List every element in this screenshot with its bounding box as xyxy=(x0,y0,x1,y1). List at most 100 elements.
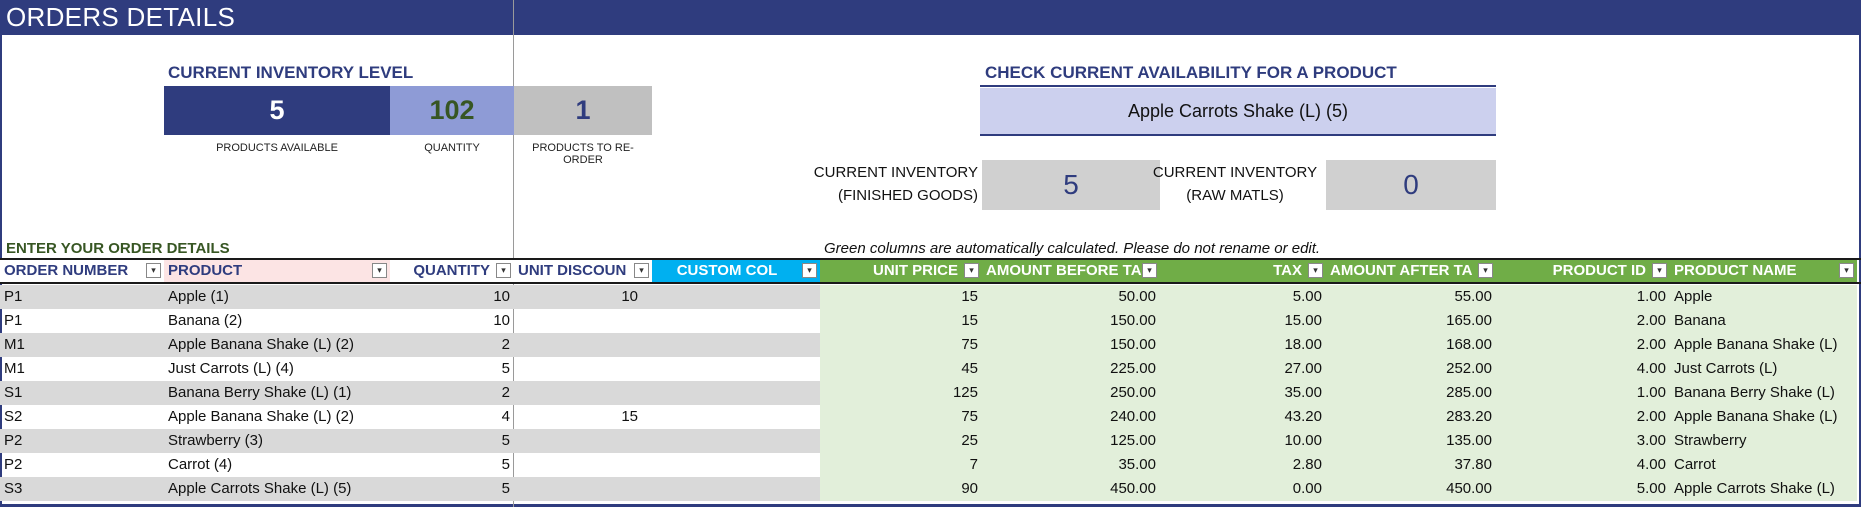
filter-dropdown-icon[interactable]: ▾ xyxy=(634,263,649,278)
column-header-custom-col[interactable]: CUSTOM COL ▾ xyxy=(652,260,820,282)
cell-order-number[interactable]: S3 xyxy=(0,477,164,501)
cell-unit-discount[interactable] xyxy=(514,333,642,357)
column-header-product-name[interactable]: PRODUCT NAME ▾ xyxy=(1670,260,1857,282)
table-row[interactable]: M1 Apple Banana Shake (L) (2) 2 75 150.00 18.… xyxy=(0,333,1861,357)
cell-custom-col[interactable] xyxy=(652,405,820,429)
filter-dropdown-icon[interactable]: ▾ xyxy=(1308,263,1323,278)
cell-quantity[interactable]: 4 xyxy=(390,405,514,429)
cell-custom-col[interactable] xyxy=(652,285,820,309)
filter-dropdown-icon[interactable]: ▾ xyxy=(802,263,817,278)
cell-unit-discount[interactable] xyxy=(514,309,642,333)
cell-quantity[interactable]: 2 xyxy=(390,333,514,357)
cell-quantity[interactable]: 5 xyxy=(390,357,514,381)
column-header-product-id[interactable]: PRODUCT ID ▾ xyxy=(1496,260,1670,282)
table-row[interactable]: S1 Banana Berry Shake (L) (1) 2 125 250.00 35… xyxy=(0,381,1861,405)
raw-materials-value: 0 xyxy=(1326,160,1496,210)
finished-goods-label-line1: CURRENT INVENTORY xyxy=(813,164,978,181)
cell-amount-after-tax: 37.80 xyxy=(1454,456,1492,473)
cell-product[interactable]: Banana Berry Shake (L) (1) xyxy=(164,381,390,405)
availability-bottom-rule xyxy=(980,134,1496,136)
cell-quantity[interactable]: 10 xyxy=(390,309,514,333)
sheet-title: ORDERS DETAILS xyxy=(6,2,236,32)
cell-order-number[interactable]: M1 xyxy=(0,333,164,357)
table-row[interactable]: P1 Banana (2) 10 15 150.00 15.00 165.00 2.00 Ban… xyxy=(0,309,1861,333)
cell-order-number[interactable]: P2 xyxy=(0,453,164,477)
cell-order-number[interactable]: M1 xyxy=(0,357,164,381)
cell-amount-before-tax: 240.00 xyxy=(1110,408,1156,425)
cell-unit-discount[interactable] xyxy=(514,357,642,381)
cell-custom-col[interactable] xyxy=(652,357,820,381)
filter-dropdown-icon[interactable]: ▾ xyxy=(1142,263,1157,278)
filter-dropdown-icon[interactable]: ▾ xyxy=(1652,263,1667,278)
table-row[interactable]: P2 Carrot (4) 5 7 35.00 2.80 37.80 4.00 Carrot xyxy=(0,453,1861,477)
filter-dropdown-icon[interactable]: ▾ xyxy=(1839,263,1854,278)
cell-order-number[interactable]: S1 xyxy=(0,381,164,405)
column-header-label: CUSTOM COL xyxy=(676,262,778,279)
cell-quantity[interactable]: 2 xyxy=(390,381,514,405)
cell-quantity[interactable]: 5 xyxy=(390,477,514,501)
cell-custom-col[interactable] xyxy=(652,333,820,357)
cell-unit-discount[interactable] xyxy=(514,429,642,453)
column-header-unit-discount[interactable]: UNIT DISCOUN ▾ xyxy=(514,260,652,282)
table-row[interactable]: P1 Apple (1) 10 10 15 50.00 5.00 55.00 1.00 Apple xyxy=(0,285,1861,309)
cell-amount-after-tax: 135.00 xyxy=(1446,432,1492,449)
table-row[interactable]: M1 Just Carrots (L) (4) 5 45 225.00 27.00 252.… xyxy=(0,357,1861,381)
column-header-quantity[interactable]: QUANTITY ▾ xyxy=(390,260,514,282)
cell-custom-col[interactable] xyxy=(652,453,820,477)
cell-quantity[interactable]: 5 xyxy=(390,429,514,453)
product-selector[interactable]: Apple Carrots Shake (L) (5) xyxy=(980,88,1496,134)
column-header-label: UNIT PRICE xyxy=(872,262,958,279)
cell-amount-after-tax: 252.00 xyxy=(1446,360,1492,377)
cell-amount-before-tax: 225.00 xyxy=(1110,360,1156,377)
cell-order-number[interactable]: P2 xyxy=(0,429,164,453)
cell-order-number[interactable]: S2 xyxy=(0,405,164,429)
column-header-unit-price[interactable]: UNIT PRICE ▾ xyxy=(820,260,982,282)
cell-unit-discount[interactable]: 15 xyxy=(514,405,642,429)
cell-product[interactable]: Apple Carrots Shake (L) (5) xyxy=(164,477,390,501)
filter-dropdown-icon[interactable]: ▾ xyxy=(964,263,979,278)
cell-product[interactable]: Apple (1) xyxy=(164,285,390,309)
cell-unit-price: 45 xyxy=(961,360,978,377)
cell-unit-discount[interactable] xyxy=(514,381,642,405)
cell-custom-col[interactable] xyxy=(652,429,820,453)
cell-quantity[interactable]: 10 xyxy=(390,285,514,309)
cell-unit-discount[interactable] xyxy=(514,453,642,477)
filter-dropdown-icon[interactable]: ▾ xyxy=(496,263,511,278)
quantity-value: 102 xyxy=(390,86,514,135)
column-header-amount-before-tax[interactable]: AMOUNT BEFORE TA ▾ xyxy=(982,260,1160,282)
table-row[interactable]: S2 Apple Banana Shake (L) (2) 4 15 75 240.00 4… xyxy=(0,405,1861,429)
cell-unit-discount[interactable]: 10 xyxy=(514,285,642,309)
cell-product[interactable]: Just Carrots (L) (4) xyxy=(164,357,390,381)
cell-product[interactable]: Carrot (4) xyxy=(164,453,390,477)
cell-product[interactable]: Apple Banana Shake (L) (2) xyxy=(164,333,390,357)
cell-quantity[interactable]: 5 xyxy=(390,453,514,477)
cell-product[interactable]: Strawberry (3) xyxy=(164,429,390,453)
cell-custom-col[interactable] xyxy=(652,309,820,333)
cell-unit-price: 125 xyxy=(952,384,978,401)
table-row[interactable]: S3 Apple Carrots Shake (L) (5) 5 90 450.00 0.… xyxy=(0,477,1861,501)
cell-tax: 0.00 xyxy=(1292,480,1322,497)
finished-goods-label-line2: (FINISHED GOODS) xyxy=(837,187,978,204)
cell-product[interactable]: Banana (2) xyxy=(164,309,390,333)
column-header-tax[interactable]: TAX ▾ xyxy=(1160,260,1326,282)
quantity-label: QUANTITY xyxy=(424,142,480,154)
column-header-order-number[interactable]: ORDER NUMBER ▾ xyxy=(0,260,164,282)
cell-product-name: Apple Banana Shake (L) xyxy=(1674,336,1838,353)
filter-dropdown-icon[interactable]: ▾ xyxy=(146,263,161,278)
filter-dropdown-icon[interactable]: ▾ xyxy=(372,263,387,278)
table-row[interactable]: P2 Strawberry (3) 5 25 125.00 10.00 135.00 3.00… xyxy=(0,429,1861,453)
cell-product[interactable]: Apple Banana Shake (L) (2) xyxy=(164,405,390,429)
filter-dropdown-icon[interactable]: ▾ xyxy=(1478,263,1493,278)
column-header-product[interactable]: PRODUCT ▾ xyxy=(164,260,390,282)
cell-product-id: 1.00 xyxy=(1636,384,1666,401)
cell-product-name: Banana xyxy=(1674,312,1726,329)
column-header-amount-after-tax[interactable]: AMOUNT AFTER TA ▾ xyxy=(1326,260,1496,282)
cell-custom-col[interactable] xyxy=(652,477,820,501)
inventory-section-title: CURRENT INVENTORY LEVEL xyxy=(168,63,414,82)
cell-order-number[interactable]: P1 xyxy=(0,309,164,333)
cell-amount-before-tax: 150.00 xyxy=(1110,336,1156,353)
cell-custom-col[interactable] xyxy=(652,381,820,405)
column-header-label: ORDER NUMBER xyxy=(4,262,129,279)
cell-order-number[interactable]: P1 xyxy=(0,285,164,309)
cell-unit-discount[interactable] xyxy=(514,477,642,501)
